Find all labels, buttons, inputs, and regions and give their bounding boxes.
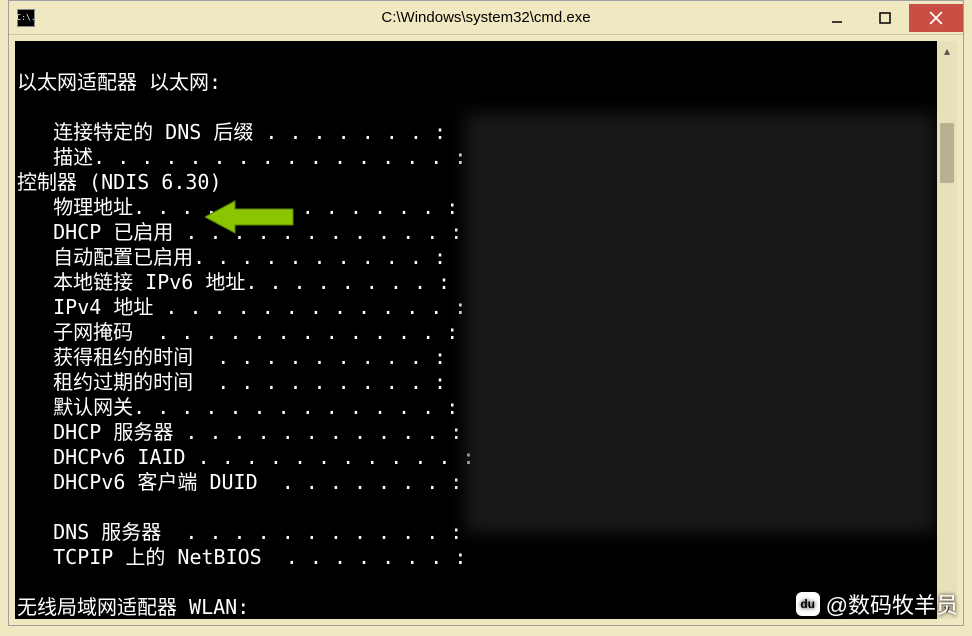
watermark-text: @数码牧羊员 xyxy=(826,588,958,620)
terminal-container: 以太网适配器 以太网: 连接特定的 DNS 后缀 . . . . . . . :… xyxy=(9,35,963,625)
window-title: C:\Windows\system32\cmd.exe xyxy=(381,9,590,26)
cmd-icon: C:\. xyxy=(17,9,35,27)
scroll-up-icon[interactable]: ▴ xyxy=(937,41,957,61)
watermark: du @数码牧羊员 xyxy=(796,588,958,620)
redacted-region xyxy=(465,113,935,533)
vertical-scrollbar[interactable]: ▴ ▾ xyxy=(937,41,957,619)
titlebar[interactable]: C:\. C:\Windows\system32\cmd.exe xyxy=(9,1,963,35)
watermark-logo-icon: du xyxy=(796,592,820,616)
close-button[interactable] xyxy=(909,4,963,32)
maximize-button[interactable] xyxy=(861,4,909,32)
cmd-window: C:\. C:\Windows\system32\cmd.exe 以太网适配器 … xyxy=(8,0,964,626)
highlight-arrow-icon xyxy=(205,199,295,235)
terminal-line: 以太网适配器 以太网: xyxy=(17,70,955,95)
terminal-line: TCPIP 上的 NetBIOS . . . . . . . : xyxy=(17,545,955,570)
scroll-thumb[interactable] xyxy=(940,123,954,183)
window-controls xyxy=(813,4,963,32)
terminal-line xyxy=(17,45,955,70)
minimize-button[interactable] xyxy=(813,4,861,32)
